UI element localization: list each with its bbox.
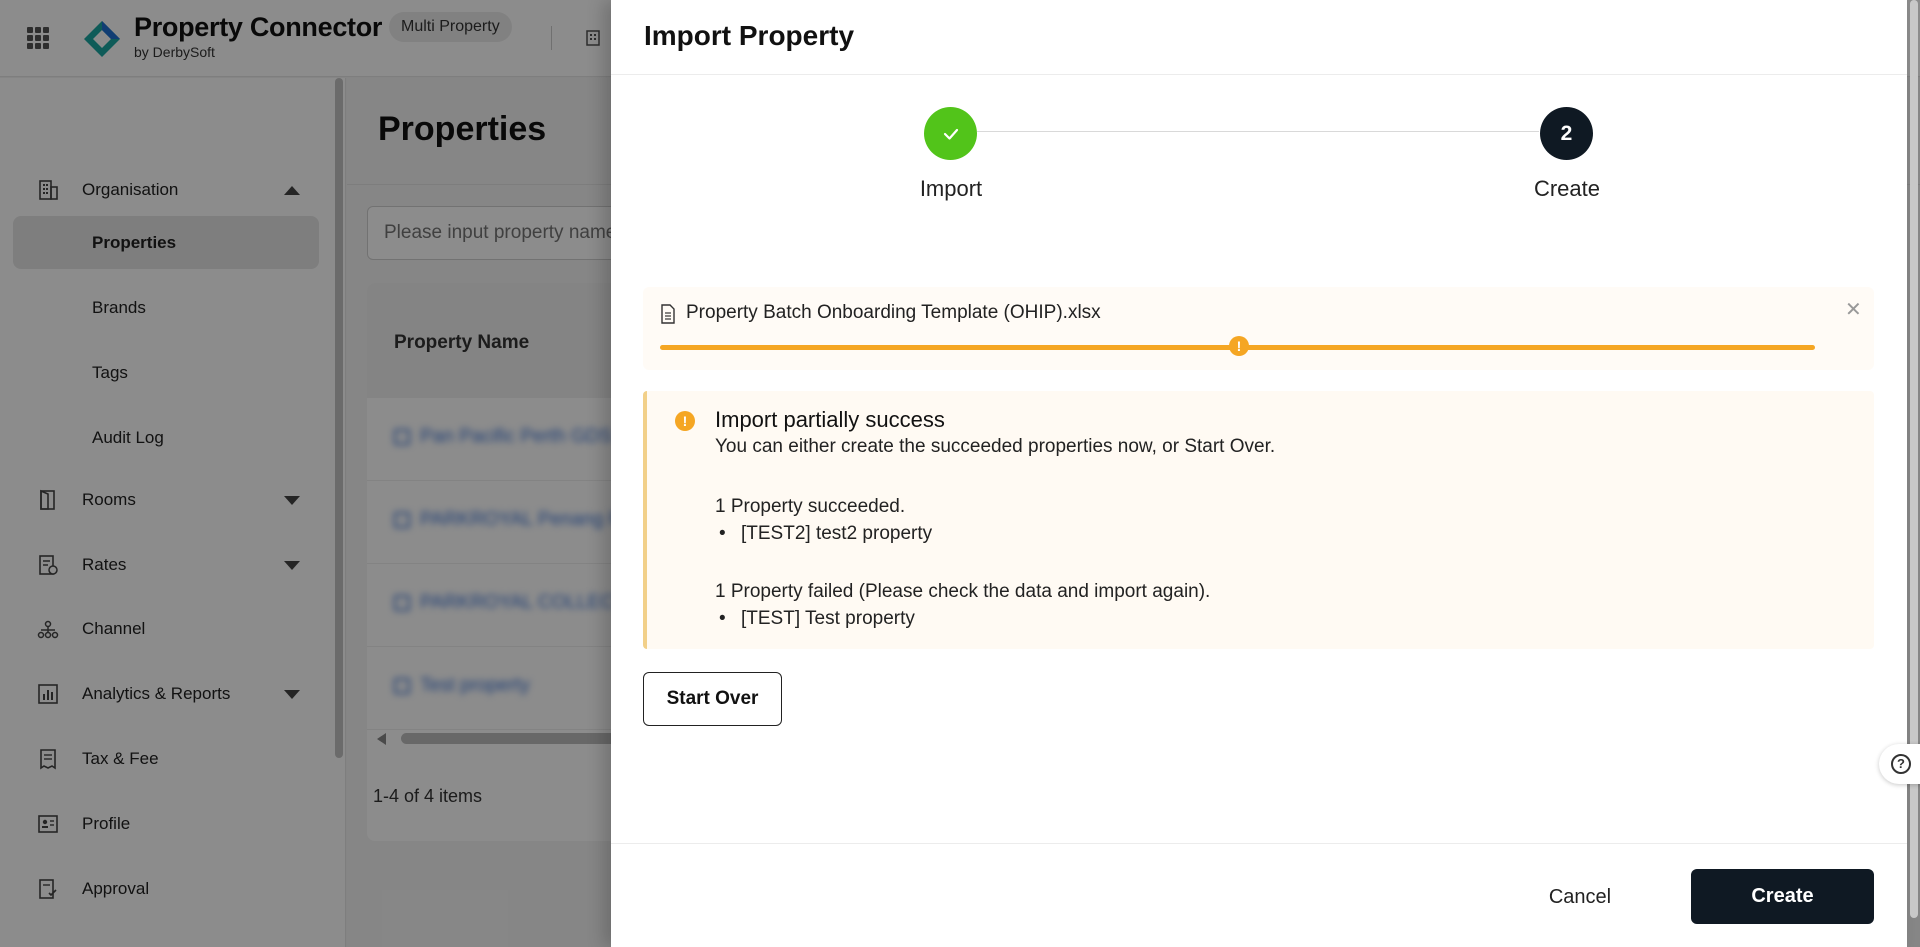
- check-icon: [943, 128, 958, 140]
- alert-title: Import partially success: [715, 407, 945, 432]
- divider: [611, 74, 1907, 75]
- warning-icon: !: [675, 411, 695, 431]
- cancel-button[interactable]: Cancel: [1528, 870, 1632, 924]
- warning-icon: !: [1229, 336, 1249, 356]
- divider: [611, 843, 1907, 844]
- step-create-current: 2: [1540, 107, 1593, 160]
- alert-description: You can either create the succeeded prop…: [715, 436, 1276, 457]
- help-icon: ?: [1891, 754, 1911, 774]
- step-label-create: Create: [1533, 176, 1601, 201]
- import-result-alert: ! Import partially success You can eithe…: [643, 391, 1874, 649]
- file-icon: [661, 304, 675, 324]
- file-name: Property Batch Onboarding Template (OHIP…: [686, 302, 1101, 323]
- create-button[interactable]: Create: [1691, 869, 1874, 924]
- step-import-complete: [924, 107, 977, 160]
- steps-connector: [977, 131, 1539, 132]
- succeeded-item: [TEST2] test2 property: [715, 523, 932, 545]
- start-over-button[interactable]: Start Over: [643, 672, 782, 726]
- step-label-import: Import: [919, 176, 983, 201]
- drawer-title: Import Property: [644, 20, 855, 51]
- failed-item: [TEST] Test property: [715, 608, 915, 630]
- help-button[interactable]: ?: [1879, 744, 1920, 784]
- uploaded-file: Property Batch Onboarding Template (OHIP…: [643, 287, 1874, 370]
- remove-file-icon[interactable]: ✕: [1845, 300, 1862, 320]
- import-property-drawer: Import Property 2 Import Create Property…: [611, 0, 1907, 947]
- succeeded-summary: 1 Property succeeded.: [715, 496, 906, 517]
- failed-summary: 1 Property failed (Please check the data…: [715, 581, 1211, 602]
